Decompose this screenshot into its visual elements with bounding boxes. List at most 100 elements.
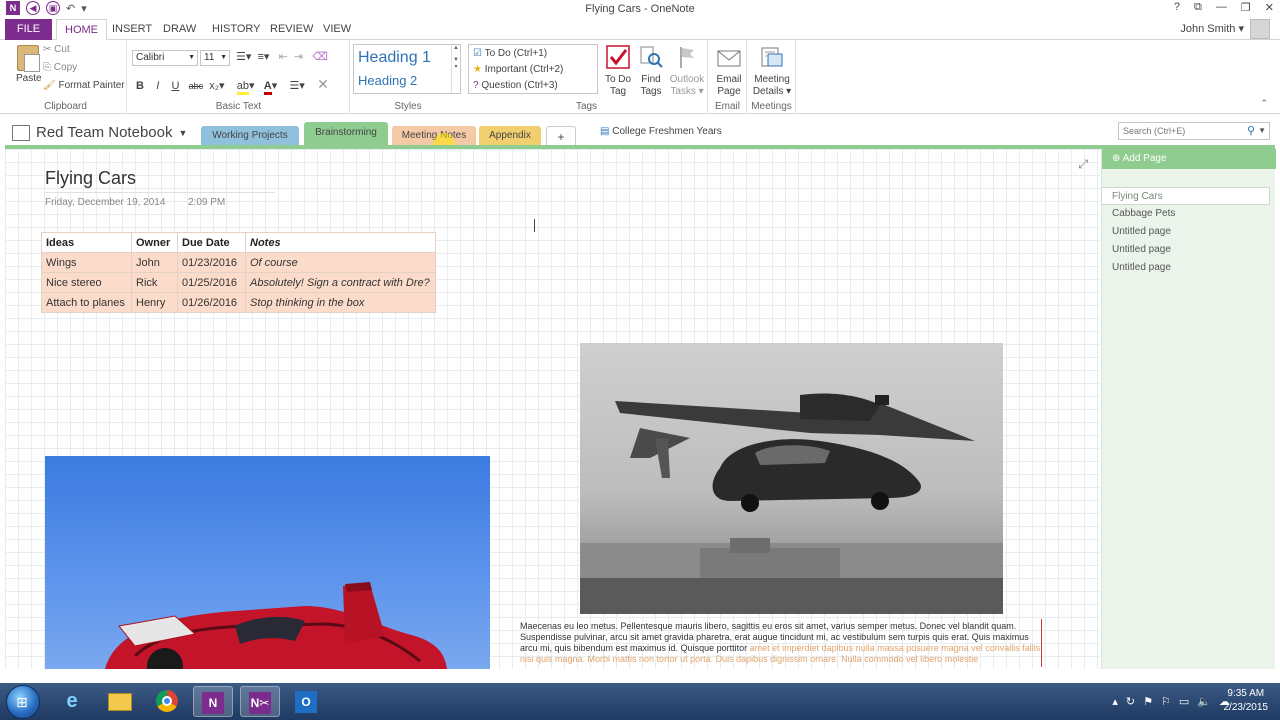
tab-insert[interactable]: INSERT: [112, 19, 152, 40]
lorem-caption-text[interactable]: Maecenas eu leo metus. Pellentesque maur…: [520, 621, 1042, 665]
table-cell[interactable]: 01/26/2016: [177, 292, 246, 313]
file-explorer-icon[interactable]: [100, 686, 140, 717]
strikethrough-button[interactable]: abc: [189, 81, 204, 91]
table-header[interactable]: Notes: [245, 232, 436, 253]
table-header[interactable]: Ideas: [41, 232, 132, 253]
font-color-button[interactable]: A: [263, 80, 272, 95]
paste-icon[interactable]: [17, 45, 40, 72]
user-name[interactable]: John Smith ▾: [1180, 22, 1244, 35]
page-item-untitled[interactable]: Untitled page: [1102, 241, 1276, 259]
table-cell[interactable]: Attach to planes: [41, 292, 132, 313]
align-icon[interactable]: ☰▾: [289, 80, 304, 92]
sports-car-image[interactable]: [45, 456, 490, 669]
monitor-icon[interactable]: ▭: [1179, 695, 1189, 708]
help-button[interactable]: ?: [1174, 1, 1180, 14]
search-icon[interactable]: ⚲: [1247, 123, 1255, 139]
table-cell[interactable]: Of course: [245, 252, 436, 273]
restore-button[interactable]: ❐: [1241, 1, 1251, 14]
table-cell[interactable]: Stop thinking in the box: [245, 292, 436, 313]
page-item-untitled[interactable]: Untitled page: [1102, 223, 1276, 241]
add-page-button[interactable]: ⊕ Add Page: [1102, 149, 1276, 169]
subscript-button[interactable]: x₂: [209, 80, 219, 92]
tab-review[interactable]: REVIEW: [270, 19, 313, 40]
chevron-down-icon[interactable]: ▼: [1258, 123, 1266, 139]
underline-button[interactable]: U: [171, 80, 179, 92]
flag-icon[interactable]: ⚐: [1161, 695, 1171, 708]
page-title[interactable]: Flying Cars: [45, 168, 275, 193]
chrome-icon[interactable]: [147, 686, 187, 717]
bold-button[interactable]: B: [136, 80, 144, 92]
table-header[interactable]: Due Date: [177, 232, 246, 253]
table-cell[interactable]: Wings: [41, 252, 132, 273]
cut-button[interactable]: ✂ Cut: [43, 44, 70, 55]
section-tab-brainstorming[interactable]: Brainstorming: [304, 122, 388, 146]
meeting-details-button[interactable]: Meeting Details ▾: [750, 44, 794, 98]
table-cell[interactable]: Rick: [131, 272, 178, 293]
highlight-button[interactable]: ab: [236, 80, 250, 95]
minimize-button[interactable]: —: [1216, 1, 1227, 14]
tab-draw[interactable]: DRAW: [163, 19, 196, 40]
ribbon-display-button[interactable]: ⧉: [1194, 1, 1202, 14]
table-cell[interactable]: John: [131, 252, 178, 273]
decrease-indent-icon[interactable]: ⇤: [279, 51, 288, 63]
notebook-picker[interactable]: Red Team Notebook ▼: [12, 124, 187, 141]
format-painter-button[interactable]: 🖌 Format Painter: [43, 80, 125, 91]
font-size-box[interactable]: 11 ▼: [200, 50, 230, 66]
add-section-button[interactable]: +: [546, 126, 576, 146]
spellcheck-marker: [1041, 619, 1042, 667]
tab-history[interactable]: HISTORY: [212, 19, 261, 40]
internet-explorer-icon[interactable]: e: [52, 686, 92, 717]
tab-file[interactable]: FILE: [5, 19, 52, 40]
font-name-box[interactable]: Calibri ▼: [132, 50, 198, 66]
page-time: 2:09 PM: [188, 197, 226, 208]
sync-icon[interactable]: ↻: [1126, 695, 1135, 708]
delete-icon[interactable]: ✕: [317, 76, 329, 92]
onenote-taskbar-icon[interactable]: N: [193, 686, 233, 717]
table-cell[interactable]: Henry: [131, 292, 178, 313]
volume-icon[interactable]: 🔈: [1197, 695, 1211, 708]
copy-button[interactable]: ⎘ Copy: [43, 62, 77, 73]
brush-icon: 🖌: [43, 80, 59, 91]
system-clock[interactable]: 9:35 AM 2/23/2015: [1224, 687, 1269, 715]
avatar[interactable]: [1250, 19, 1270, 39]
tab-home[interactable]: HOME: [56, 19, 107, 40]
section-tab-working-projects[interactable]: Working Projects: [201, 126, 299, 146]
start-button[interactable]: ⊞: [6, 685, 40, 719]
styles-gallery[interactable]: Heading 1 Heading 2 ▲ ▼ ▾: [353, 44, 461, 94]
show-hidden-icons-icon[interactable]: ▴: [1112, 695, 1118, 708]
font-name-value: Calibri: [136, 52, 165, 63]
copy-icon: ⎘: [43, 62, 54, 73]
outlook-icon[interactable]: O: [286, 686, 326, 717]
increase-indent-icon[interactable]: ⇥: [294, 51, 303, 63]
onenote-clipper-icon[interactable]: N✂: [240, 686, 280, 717]
network-icon[interactable]: ⚑: [1143, 695, 1153, 708]
search-input[interactable]: Search (Ctrl+E) ⚲ ▼: [1118, 122, 1270, 140]
numbering-icon[interactable]: ≡▾: [258, 51, 270, 63]
collapse-ribbon-icon[interactable]: ⌃: [1260, 98, 1268, 109]
paste-button[interactable]: Paste: [16, 73, 42, 84]
heading2-style[interactable]: Heading 2: [358, 73, 417, 88]
flying-car-photo[interactable]: [580, 343, 1003, 614]
section-group-link[interactable]: ▤ College Freshmen Years: [600, 126, 722, 137]
section-tab-appendix[interactable]: Appendix: [479, 126, 541, 146]
horizontal-scrollbar[interactable]: [5, 669, 1275, 683]
table-cell[interactable]: 01/23/2016: [177, 252, 246, 273]
table-cell[interactable]: 01/25/2016: [177, 272, 246, 293]
styles-scroll[interactable]: ▲ ▼ ▾: [451, 45, 460, 93]
clear-formatting-icon[interactable]: ⌫: [312, 51, 328, 63]
heading1-style[interactable]: Heading 1: [358, 49, 431, 67]
table-cell[interactable]: Nice stereo: [41, 272, 132, 293]
email-page-button[interactable]: Email Page: [712, 44, 746, 98]
ideas-table[interactable]: Ideas Owner Due Date Notes Wings John 01…: [41, 232, 436, 313]
close-button[interactable]: ✕: [1265, 1, 1274, 14]
page-item-flying-cars[interactable]: Flying Cars: [1101, 187, 1270, 205]
page-item-cabbage-pets[interactable]: Cabbage Pets: [1102, 205, 1276, 223]
expand-icon[interactable]: ⤢: [1078, 157, 1088, 172]
table-header[interactable]: Owner: [131, 232, 178, 253]
tab-view[interactable]: VIEW: [323, 19, 351, 40]
page-item-untitled[interactable]: Untitled page: [1102, 259, 1276, 277]
page-canvas[interactable]: Flying Cars Friday, December 19, 2014 2:…: [5, 149, 1100, 669]
italic-button[interactable]: I: [156, 80, 159, 92]
table-cell[interactable]: Absolutely! Sign a contract with Dre?: [245, 272, 436, 293]
bullets-icon[interactable]: ☰▾: [236, 51, 251, 63]
